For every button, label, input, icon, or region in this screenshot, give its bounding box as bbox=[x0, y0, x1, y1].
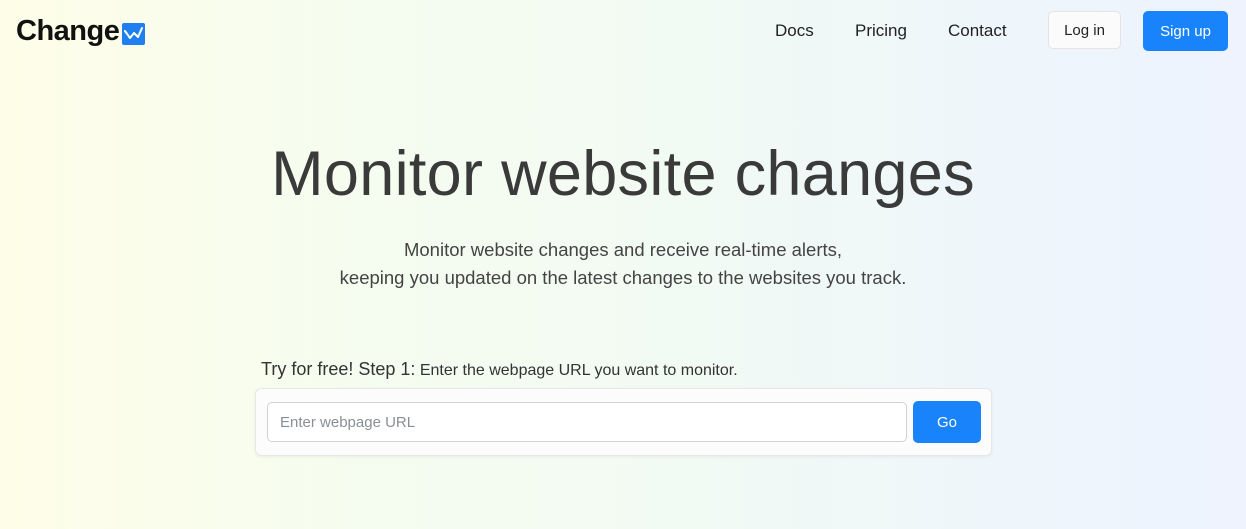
hero-subtitle: Monitor website changes and receive real… bbox=[0, 236, 1246, 292]
site-header: Change Docs Pricing Contact Log in Sign … bbox=[0, 0, 1246, 64]
login-button[interactable]: Log in bbox=[1048, 11, 1121, 49]
url-form-card: Go bbox=[255, 388, 992, 456]
go-button[interactable]: Go bbox=[913, 401, 981, 443]
hero-subtitle-line-2: keeping you updated on the latest change… bbox=[339, 267, 907, 288]
step-text: Enter the webpage URL you want to monito… bbox=[415, 362, 738, 379]
step-lead: Try for free! Step 1: bbox=[261, 359, 416, 379]
url-input[interactable] bbox=[267, 402, 907, 442]
hero-subtitle-line-1: Monitor website changes and receive real… bbox=[403, 239, 843, 260]
hero-title: Monitor website changes bbox=[271, 139, 975, 209]
step-label: Try for free! Step 1: Enter the webpage … bbox=[261, 357, 738, 383]
chart-trend-icon bbox=[122, 23, 146, 45]
nav-pricing-link[interactable]: Pricing bbox=[855, 20, 907, 42]
logo-text: Change bbox=[16, 15, 120, 47]
nav-contact-link[interactable]: Contact bbox=[948, 20, 1007, 42]
logo[interactable]: Change bbox=[16, 14, 146, 48]
nav-docs-link[interactable]: Docs bbox=[775, 20, 814, 42]
signup-button[interactable]: Sign up bbox=[1143, 11, 1228, 51]
